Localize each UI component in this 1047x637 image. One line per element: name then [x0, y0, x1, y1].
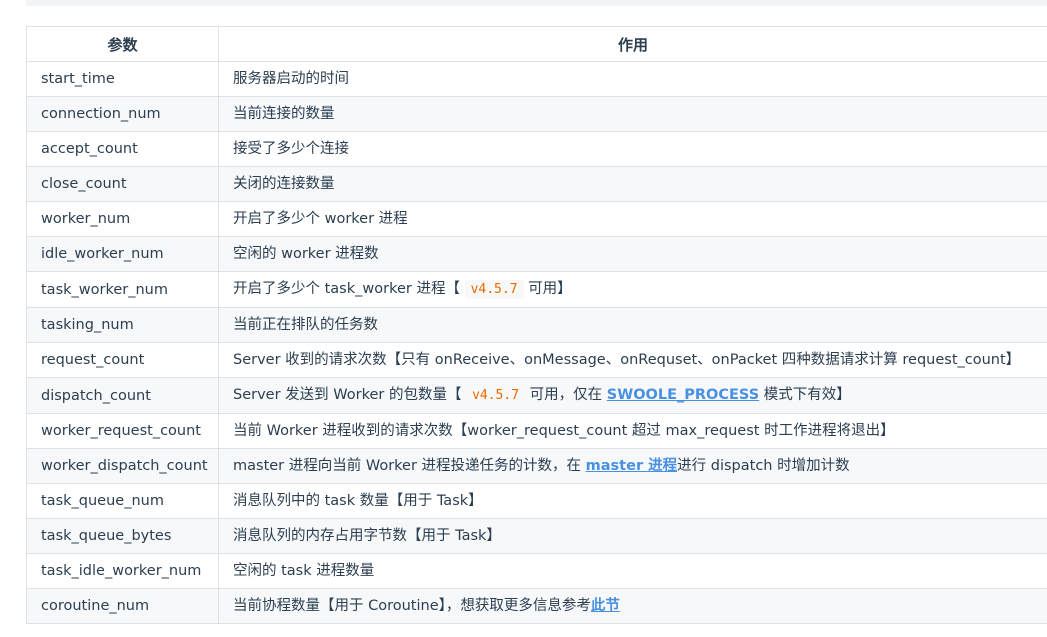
param-name: close_count	[26, 166, 219, 202]
table-row: close_count 关闭的连接数量	[26, 166, 1047, 202]
version-code: v4.5.7	[466, 386, 526, 405]
param-desc: 关闭的连接数量	[218, 166, 1047, 202]
param-desc: 开启了多少个 worker 进程	[218, 201, 1047, 237]
table-row: coroutine_num 当前协程数量【用于 Coroutine】，想获取更多…	[26, 588, 1047, 624]
version-code: v4.5.7	[464, 280, 524, 299]
param-name: task_idle_worker_num	[26, 553, 219, 589]
desc-text: 当前协程数量【用于 Coroutine】，想获取更多信息参考	[233, 598, 591, 614]
table-row: task_queue_bytes 消息队列的内存占用字节数【用于 Task】	[26, 518, 1047, 554]
param-name: dispatch_count	[26, 377, 219, 414]
header-purpose: 作用	[218, 26, 1047, 62]
table-row: tasking_num 当前正在排队的任务数	[26, 307, 1047, 343]
table-row: start_time 服务器启动的时间	[26, 61, 1047, 97]
header-param: 参数	[26, 26, 219, 62]
top-divider-strip	[26, 0, 1047, 6]
params-table: 参数 作用 start_time 服务器启动的时间 connection_num…	[26, 26, 1047, 624]
param-name: worker_num	[26, 201, 219, 237]
param-desc: 当前 Worker 进程收到的请求次数【worker_request_count…	[218, 413, 1047, 449]
master-process-link[interactable]: master 进程	[586, 458, 678, 474]
table-row: task_queue_num 消息队列中的 task 数量【用于 Task】	[26, 483, 1047, 519]
desc-text: 开启了多少个 task_worker 进程【	[233, 281, 465, 297]
table-row: connection_num 当前连接的数量	[26, 96, 1047, 132]
desc-text: master 进程向当前 Worker 进程投递任务的计数，在	[233, 458, 586, 474]
table-row: worker_dispatch_count master 进程向当前 Worke…	[26, 448, 1047, 484]
table-row: request_count Server 收到的请求次数【只有 onReceiv…	[26, 342, 1047, 378]
table-header-row: 参数 作用	[26, 26, 1047, 62]
param-desc: 消息队列的内存占用字节数【用于 Task】	[218, 518, 1047, 554]
param-desc: 空闲的 worker 进程数	[218, 236, 1047, 272]
table-row: idle_worker_num 空闲的 worker 进程数	[26, 236, 1047, 272]
param-desc: 接受了多少个连接	[218, 131, 1047, 167]
param-desc: 空闲的 task 进程数量	[218, 553, 1047, 589]
param-name: request_count	[26, 342, 219, 378]
param-name: start_time	[26, 61, 219, 97]
param-name: idle_worker_num	[26, 236, 219, 272]
table-row: task_worker_num 开启了多少个 task_worker 进程【 v…	[26, 271, 1047, 308]
param-name: task_queue_bytes	[26, 518, 219, 554]
desc-text: 进行 dispatch 时增加计数	[677, 458, 850, 474]
param-name: task_worker_num	[26, 271, 219, 308]
desc-text: 可用】	[523, 281, 572, 297]
param-desc: 服务器启动的时间	[218, 61, 1047, 97]
table-row: accept_count 接受了多少个连接	[26, 131, 1047, 167]
swoole-process-link[interactable]: SWOOLE_PROCESS	[607, 387, 759, 403]
param-name: tasking_num	[26, 307, 219, 343]
param-name: worker_request_count	[26, 413, 219, 449]
table-row: dispatch_count Server 发送到 Worker 的包数量【 v…	[26, 377, 1047, 414]
param-desc: Server 收到的请求次数【只有 onReceive、onMessage、on…	[218, 342, 1047, 378]
param-desc: 开启了多少个 task_worker 进程【 v4.5.7 可用】	[218, 271, 1047, 308]
param-desc: 当前协程数量【用于 Coroutine】，想获取更多信息参考此节	[218, 588, 1047, 624]
param-desc: master 进程向当前 Worker 进程投递任务的计数，在 master 进…	[218, 448, 1047, 484]
desc-text: Server 发送到 Worker 的包数量【	[233, 387, 467, 403]
table-row: worker_num 开启了多少个 worker 进程	[26, 201, 1047, 237]
param-name: coroutine_num	[26, 588, 219, 624]
param-desc: Server 发送到 Worker 的包数量【 v4.5.7 可用，仅在 SWO…	[218, 377, 1047, 414]
param-desc: 当前正在排队的任务数	[218, 307, 1047, 343]
desc-text: 可用，仅在	[525, 387, 607, 403]
this-section-link[interactable]: 此节	[591, 598, 620, 614]
param-name: task_queue_num	[26, 483, 219, 519]
param-desc: 消息队列中的 task 数量【用于 Task】	[218, 483, 1047, 519]
param-name: worker_dispatch_count	[26, 448, 219, 484]
table-row: worker_request_count 当前 Worker 进程收到的请求次数…	[26, 413, 1047, 449]
param-name: connection_num	[26, 96, 219, 132]
param-desc: 当前连接的数量	[218, 96, 1047, 132]
table-row: task_idle_worker_num 空闲的 task 进程数量	[26, 553, 1047, 589]
desc-text: 模式下有效】	[759, 387, 851, 403]
param-name: accept_count	[26, 131, 219, 167]
